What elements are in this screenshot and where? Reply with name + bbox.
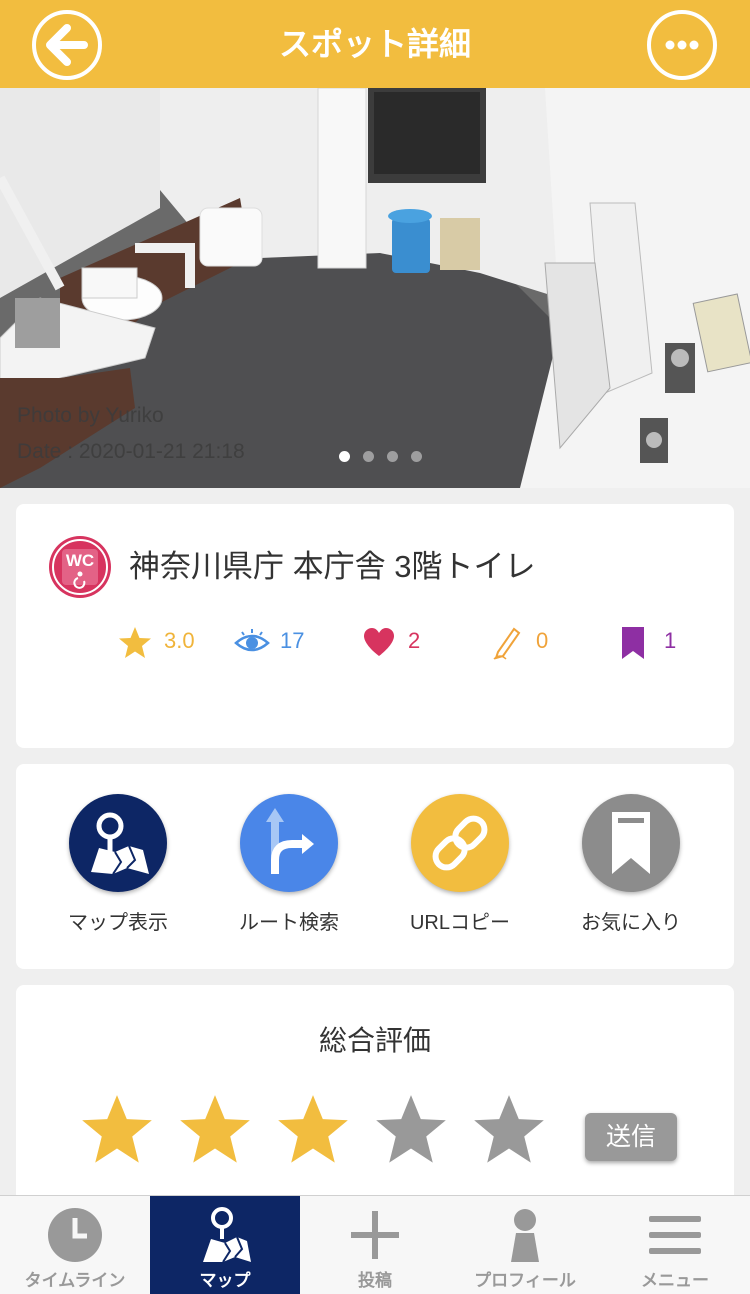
- favorite-button[interactable]: お気に入り: [556, 794, 706, 935]
- svg-text:WC: WC: [66, 551, 94, 570]
- tab-bar: タイムライン マップ 投稿 プロフィール メニュー: [0, 1195, 750, 1294]
- photo-pager[interactable]: [339, 447, 435, 466]
- link-icon: [432, 815, 488, 871]
- eye-icon: [234, 629, 270, 652]
- spot-name: 神奈川県庁 本庁舎 3階トイレ: [129, 549, 536, 584]
- spot-info-card: WC 神奈川県庁 本庁舎 3階トイレ 3.0 17 2 0 1: [16, 504, 734, 748]
- rating-star-4[interactable]: [374, 1093, 448, 1167]
- route-arrow-icon: [266, 808, 314, 874]
- map-view-button[interactable]: マップ表示: [43, 794, 193, 935]
- rating-star-1[interactable]: [80, 1093, 154, 1167]
- tab-menu-label: メニュー: [641, 1271, 709, 1291]
- rating-star-3[interactable]: [276, 1093, 350, 1167]
- views-count: 17: [280, 628, 305, 653]
- favorite-label: お気に入り: [581, 912, 681, 934]
- wc-accessible-icon: WC: [49, 536, 111, 598]
- person-icon: [511, 1209, 539, 1262]
- clock-icon: [48, 1208, 102, 1262]
- map-pin-icon: [91, 812, 149, 875]
- rating-star-5[interactable]: [472, 1093, 546, 1167]
- likes-count: 2: [408, 628, 421, 653]
- pager-dot[interactable]: [339, 451, 350, 462]
- rating-title: 総合評価: [318, 1025, 431, 1056]
- map-view-disc[interactable]: [69, 794, 167, 892]
- plus-icon: [351, 1211, 399, 1259]
- header-bar: スポット詳細: [0, 0, 750, 88]
- star-icon: [119, 627, 151, 658]
- route-search-label: ルート検索: [239, 912, 339, 934]
- route-search-disc[interactable]: [240, 794, 338, 892]
- back-button[interactable]: [32, 10, 102, 80]
- route-search-button[interactable]: ルート検索: [214, 794, 364, 935]
- pager-dot[interactable]: [363, 451, 374, 462]
- url-copy-disc[interactable]: [411, 794, 509, 892]
- bookmark-icon: [622, 627, 644, 659]
- rating-star-2[interactable]: [178, 1093, 252, 1167]
- photo-credit: Photo by Yuriko: [17, 404, 164, 427]
- tab-menu[interactable]: メニュー: [600, 1196, 750, 1294]
- rating-card: 総合評価 送信: [16, 985, 734, 1215]
- url-copy-button[interactable]: URLコピー: [385, 794, 535, 935]
- more-dots-icon: [665, 40, 699, 50]
- more-button[interactable]: [647, 10, 717, 80]
- tab-timeline[interactable]: タイムライン: [0, 1196, 150, 1294]
- tab-profile[interactable]: プロフィール: [450, 1196, 600, 1294]
- rating-value: 3.0: [164, 628, 195, 653]
- pager-dot[interactable]: [411, 451, 422, 462]
- tab-map[interactable]: マップ: [150, 1196, 300, 1294]
- tab-post-label: 投稿: [358, 1271, 392, 1291]
- photo-date: Date : 2020-01-21 21:18: [17, 440, 245, 463]
- submit-rating-button[interactable]: 送信: [585, 1113, 677, 1161]
- tab-timeline-label: タイムライン: [24, 1271, 126, 1291]
- tab-post[interactable]: 投稿: [300, 1196, 450, 1294]
- actions-card: マップ表示 ルート検索 URLコピー お気に入り: [16, 764, 734, 969]
- tab-map-label: マップ: [199, 1271, 251, 1291]
- tab-profile-label: プロフィール: [474, 1271, 576, 1291]
- pager-dot[interactable]: [387, 451, 398, 462]
- map-view-label: マップ表示: [68, 912, 168, 934]
- pencil-icon: [493, 627, 521, 660]
- bookmarks-count: 1: [664, 628, 677, 653]
- bookmark-icon: [612, 812, 650, 874]
- restroom-photo-image: [0, 88, 750, 488]
- spot-photo[interactable]: Photo by Yuriko Date : 2020-01-21 21:18: [0, 88, 750, 488]
- hamburger-menu-icon: [649, 1216, 701, 1254]
- url-copy-label: URLコピー: [409, 912, 510, 934]
- heart-icon: [364, 628, 394, 656]
- favorite-disc[interactable]: [582, 794, 680, 892]
- arrow-left-icon: [46, 24, 88, 66]
- page-title: スポット詳細: [278, 25, 471, 63]
- map-pin-icon: [203, 1207, 251, 1263]
- posts-count: 0: [536, 628, 549, 653]
